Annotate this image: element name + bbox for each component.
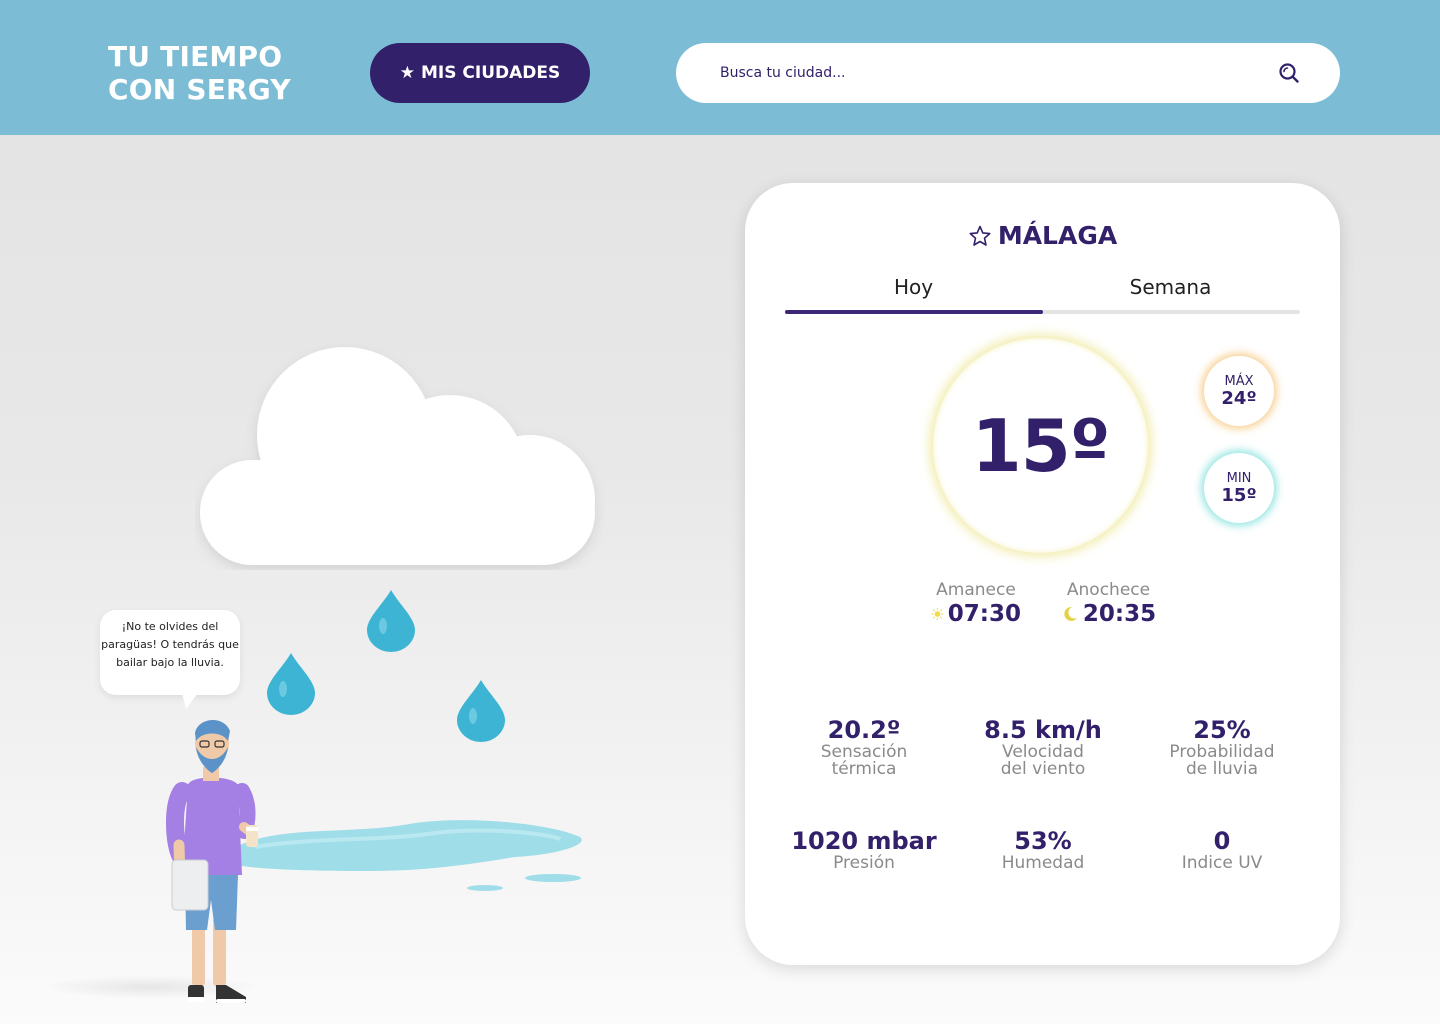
current-temperature-circle: 15º xyxy=(933,338,1148,553)
stat-label: Indice UV xyxy=(1181,853,1263,873)
min-label: MIN xyxy=(1226,471,1252,486)
app-header: TU TIEMPO CON SERGY ★ MIS CIUDADES xyxy=(0,0,1440,135)
tab-week[interactable]: Semana xyxy=(1042,275,1299,299)
rain-illustration: ¡No te olvides del paragüas! O tendrás q… xyxy=(0,135,720,1024)
star-icon: ★ xyxy=(399,63,415,83)
max-label: MÁX xyxy=(1224,374,1254,389)
stat-humidity: 53% Humedad xyxy=(953,827,1133,872)
sunrise-label: Amanece xyxy=(936,580,1016,600)
raindrop-3 xyxy=(457,680,505,742)
my-cities-label: MIS CIUDADES xyxy=(421,63,561,83)
sergy-character xyxy=(166,719,258,1003)
search-icon[interactable] xyxy=(1278,62,1300,84)
max-value: 24º xyxy=(1221,388,1257,409)
sunset-info: Anochece 20:35 xyxy=(1060,580,1157,627)
brand-logo[interactable]: TU TIEMPO CON SERGY xyxy=(108,40,291,106)
sunrise-info: Amanece 07:30 xyxy=(931,580,1021,627)
sunset-label: Anochece xyxy=(1066,580,1151,600)
min-value: 15º xyxy=(1221,485,1257,506)
stat-label-2: térmica xyxy=(831,759,897,779)
stat-uv-index: 0 Indice UV xyxy=(1132,827,1312,872)
stat-feels-like: 20.2º Sensación térmica xyxy=(774,716,954,778)
stat-label: Humedad xyxy=(1001,853,1085,873)
brand-line-1: TU TIEMPO xyxy=(108,40,283,73)
sun-icon xyxy=(931,607,944,621)
stat-label-2: del viento xyxy=(1000,759,1086,779)
stat-wind-speed: 8.5 km/h Velocidad del viento xyxy=(953,716,1133,778)
stat-label-2: de lluvia xyxy=(1185,759,1259,779)
search-bar xyxy=(676,43,1340,103)
cloud-illustration xyxy=(200,347,595,565)
my-cities-button[interactable]: ★ MIS CIUDADES xyxy=(370,43,590,103)
speech-bubble: ¡No te olvides del paragüas! O tendrás q… xyxy=(100,610,240,709)
moon-icon xyxy=(1064,606,1077,621)
favorite-star-icon[interactable] xyxy=(968,224,992,248)
weather-card: MÁLAGA Hoy Semana 15º MÁX 24º MIN 15º Am… xyxy=(745,183,1340,965)
search-input[interactable] xyxy=(720,43,1260,103)
water-puddle xyxy=(220,820,582,891)
stat-rain-probability: 25% Probabilidad de lluvia xyxy=(1132,716,1312,778)
sunrise-time: 07:30 xyxy=(947,601,1021,627)
stat-value: 8.5 km/h xyxy=(984,716,1102,744)
stat-value: 53% xyxy=(1014,827,1072,855)
city-header: MÁLAGA xyxy=(745,221,1340,250)
raindrop-2 xyxy=(267,653,315,715)
max-temperature-badge: MÁX 24º xyxy=(1204,356,1274,426)
stat-value: 0 xyxy=(1213,827,1231,855)
stat-label: Presión xyxy=(833,853,895,873)
min-temperature-badge: MIN 15º xyxy=(1204,453,1274,523)
stat-value: 1020 mbar xyxy=(791,827,937,855)
stat-value: 25% xyxy=(1193,716,1251,744)
raindrop-1 xyxy=(367,590,415,652)
speech-bubble-text: ¡No te olvides del paragüas! O tendrás q… xyxy=(101,620,239,669)
stat-pressure: 1020 mbar Presión xyxy=(774,827,954,872)
city-name: MÁLAGA xyxy=(997,221,1118,250)
tab-active-indicator xyxy=(785,310,1043,314)
stat-value: 20.2º xyxy=(827,716,901,744)
sunset-time: 20:35 xyxy=(1082,601,1157,627)
tab-today[interactable]: Hoy xyxy=(785,275,1042,299)
current-temperature: 15º xyxy=(971,403,1111,488)
brand-line-2: CON SERGY xyxy=(108,73,291,106)
